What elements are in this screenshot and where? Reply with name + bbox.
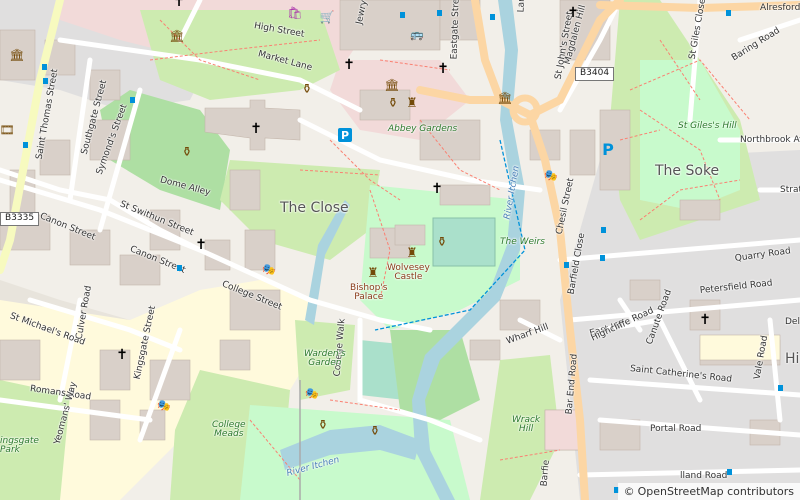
area-label-the-soke: The Soke: [655, 163, 720, 179]
bus-stop-marker[interactable]: [43, 78, 48, 84]
retail-building: [544, 409, 581, 451]
bus-stop-marker[interactable]: [727, 469, 732, 475]
cinema-icon[interactable]: 🎞: [0, 123, 15, 137]
museum-icon[interactable]: 🏛: [384, 78, 399, 92]
church-icon[interactable]: ✝: [430, 182, 444, 196]
copyright-icon: ©: [623, 485, 635, 498]
area-label-hi: Hi: [785, 351, 800, 367]
bus-stop-marker[interactable]: [564, 262, 569, 268]
museum-icon[interactable]: 🏛: [9, 48, 24, 62]
bus-stop-marker[interactable]: [42, 64, 47, 70]
cart-icon[interactable]: 🛒: [320, 10, 335, 24]
amphora-icon[interactable]: ⚱: [300, 82, 314, 96]
parking-icon[interactable]: P: [600, 141, 616, 159]
place-label-bishops-palace: Bishop's Palace: [350, 283, 388, 302]
shop-icon[interactable]: 🛍: [287, 6, 302, 20]
street-label-delv: Delv: [785, 317, 800, 327]
church-icon[interactable]: ✝: [172, 0, 186, 9]
bus-stop-marker[interactable]: [400, 12, 405, 18]
church-icon[interactable]: ✝: [194, 238, 208, 252]
parking-icon[interactable]: P: [338, 128, 352, 142]
park-label-college-meads: College Meads: [212, 420, 246, 439]
museum-icon[interactable]: 🏛: [169, 29, 184, 43]
bus-stop-marker[interactable]: [490, 14, 495, 20]
street-label-portal-road: Portal Road: [650, 424, 702, 434]
museum-icon[interactable]: 🏛: [497, 91, 512, 105]
park-label-the-weirs: The Weirs: [500, 237, 545, 247]
church-icon[interactable]: ✝: [342, 58, 356, 72]
bus-stop-marker[interactable]: [177, 265, 182, 271]
theatre-icon[interactable]: 🎭: [544, 168, 558, 182]
amphora-icon[interactable]: ⚱: [180, 145, 194, 159]
road-shield-b3404: B3404: [575, 67, 615, 81]
street-label-ilton-road: lland Road: [680, 471, 728, 481]
bus-stop-marker[interactable]: [130, 97, 135, 103]
area-label-the-close: The Close: [280, 200, 349, 216]
bus-stop-marker[interactable]: [726, 10, 731, 16]
attribution-text[interactable]: OpenStreetMap contributors: [638, 485, 794, 498]
street-label-northbrook-av: Northbrook Av: [740, 135, 800, 145]
bus-stop-marker[interactable]: [23, 142, 28, 148]
bus-stop-marker[interactable]: [601, 227, 606, 233]
bus-stop-marker[interactable]: [778, 385, 783, 391]
amphora-icon[interactable]: ⚱: [435, 235, 449, 249]
bus-icon[interactable]: 🚌: [410, 27, 424, 41]
park-label-wrack-hill: Wrack Hill: [512, 415, 541, 434]
park-label-st-giles-hill: St Giles's Hill: [678, 121, 737, 131]
map-view[interactable]: B3404 B3335 High Street Market Lane East…: [0, 0, 800, 500]
street-label-alresford: Alresford: [760, 3, 800, 13]
park-label-abbey-gardens: Abbey Gardens: [388, 124, 458, 134]
place-label-wolvesey-castle: Wolvesey Castle: [387, 263, 430, 282]
theatre-icon[interactable]: 🎭: [262, 262, 276, 276]
bus-stop-marker[interactable]: [437, 10, 442, 16]
map-attribution[interactable]: © OpenStreetMap contributors: [617, 483, 800, 500]
street-label-lane: Lane: [516, 0, 528, 13]
church-icon[interactable]: ✝: [115, 348, 129, 362]
church-icon[interactable]: ✝: [566, 6, 580, 20]
theatre-icon[interactable]: 🎭: [157, 398, 171, 412]
street-label-strat: Strat: [780, 185, 800, 195]
church-icon[interactable]: ✝: [698, 313, 712, 327]
road-shield-b3335: B3335: [0, 212, 40, 226]
amphora-icon[interactable]: ⚱: [386, 96, 400, 110]
park-label-kingsgate-park: ingsgate Park: [0, 436, 39, 455]
church-icon[interactable]: ✝: [249, 122, 263, 136]
bus-stop-marker[interactable]: [600, 255, 605, 261]
castle-icon[interactable]: ♜: [405, 96, 419, 110]
park-label-wardens-garden: Warden's Garden: [304, 349, 346, 368]
amphora-icon[interactable]: ⚱: [368, 424, 382, 438]
castle-icon[interactable]: ♜: [405, 246, 419, 260]
castle-icon[interactable]: ♜: [366, 266, 380, 280]
amphora-icon[interactable]: ⚱: [316, 418, 330, 432]
church-icon[interactable]: ✝: [436, 62, 450, 76]
theatre-icon[interactable]: 🎭: [305, 386, 319, 400]
